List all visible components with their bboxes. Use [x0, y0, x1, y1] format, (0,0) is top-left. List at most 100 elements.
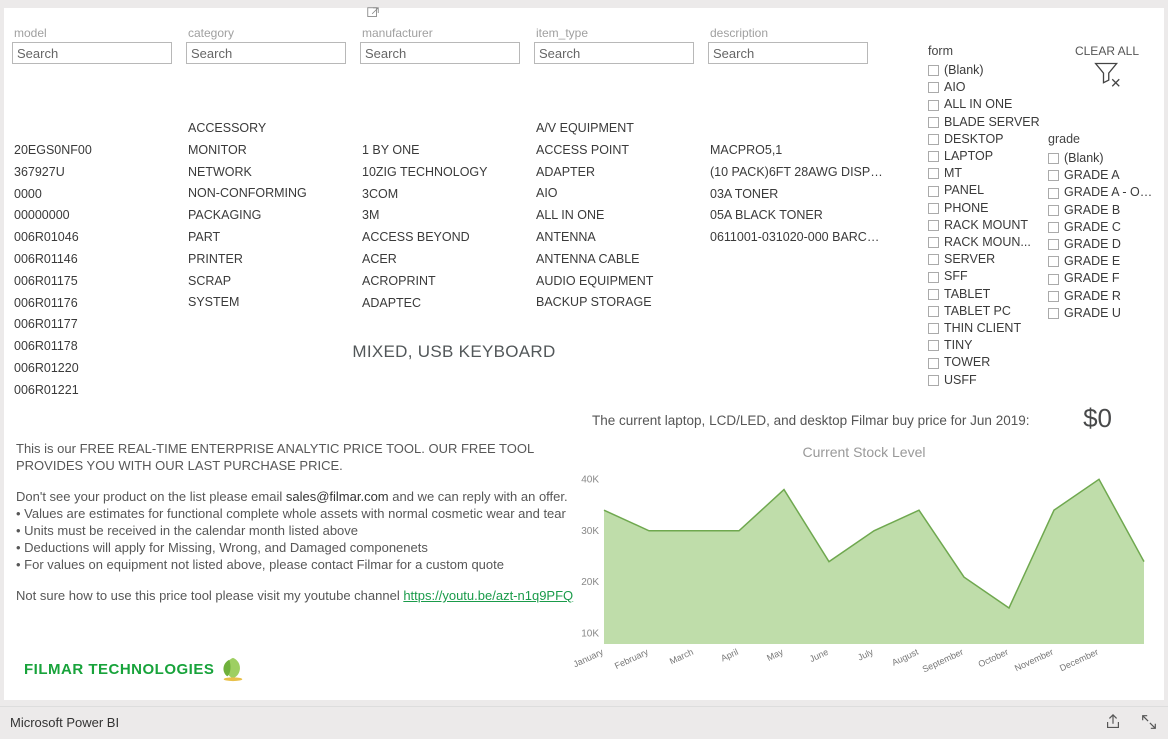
checkbox-item[interactable]: USFF	[928, 372, 1046, 389]
checkbox-item[interactable]: GRADE D	[1048, 236, 1158, 253]
filter-item[interactable]: AUDIO EQUIPMENT	[536, 271, 698, 293]
filter-item[interactable]: 05A BLACK TONER	[710, 205, 888, 227]
filter-item[interactable]: ACER	[362, 249, 524, 271]
filter-label: model	[14, 26, 176, 40]
filter-item[interactable]: PACKAGING	[188, 205, 350, 227]
checkbox-item[interactable]: (Blank)	[928, 62, 1046, 79]
popout-icon[interactable]	[366, 6, 380, 20]
checkbox-item[interactable]: GRADE A - OPE...	[1048, 184, 1158, 201]
svg-text:July: July	[856, 647, 875, 663]
checkbox-item[interactable]: GRADE U	[1048, 305, 1158, 322]
filter-item[interactable]: NON-CONFORMING	[188, 183, 350, 205]
share-icon[interactable]	[1104, 713, 1122, 731]
checkbox-item[interactable]: MT	[928, 165, 1046, 182]
checkbox-item[interactable]: TOWER	[928, 354, 1046, 371]
search-input-category[interactable]	[186, 42, 346, 64]
checkbox-item[interactable]: SFF	[928, 268, 1046, 285]
filter-item[interactable]: 0000	[14, 184, 176, 206]
filter-item[interactable]: ALL IN ONE	[536, 205, 698, 227]
filter-item[interactable]: 3M	[362, 205, 524, 227]
filter-item[interactable]: 00000000	[14, 205, 176, 227]
filter-item[interactable]: MACPRO5,1	[710, 140, 888, 162]
checkbox-item[interactable]: PHONE	[928, 200, 1046, 217]
filter-item[interactable]: A/V EQUIPMENT	[536, 118, 698, 140]
checkbox-label: AIO	[944, 79, 966, 96]
checkbox-item[interactable]: TABLET PC	[928, 303, 1046, 320]
filter-label: category	[188, 26, 350, 40]
filter-item[interactable]: SCRAP	[188, 271, 350, 293]
filter-list-item_type: A/V EQUIPMENTACCESS POINTADAPTERAIOALL I…	[536, 118, 698, 314]
search-input-item_type[interactable]	[534, 42, 694, 64]
checkbox-item[interactable]: SERVER	[928, 251, 1046, 268]
search-input-model[interactable]	[12, 42, 172, 64]
checkbox-label: TABLET PC	[944, 303, 1011, 320]
checkbox-box	[928, 358, 939, 369]
filter-item[interactable]: 006R01046	[14, 227, 176, 249]
checkbox-item[interactable]: GRADE F	[1048, 270, 1158, 287]
chart-svg: 10K20K30K40KJanuaryFebruaryMarchAprilMay…	[574, 464, 1154, 674]
filter-item[interactable]: ADAPTER	[536, 162, 698, 184]
checkbox-item[interactable]: (Blank)	[1048, 150, 1158, 167]
stock-level-chart[interactable]: Current Stock Level 10K20K30K40KJanuaryF…	[574, 444, 1154, 684]
checkbox-item[interactable]: GRADE A	[1048, 167, 1158, 184]
checkbox-item[interactable]: DESKTOP	[928, 131, 1046, 148]
svg-text:10K: 10K	[581, 629, 599, 640]
filter-item[interactable]: AIO	[536, 183, 698, 205]
checkbox-item[interactable]: RACK MOUNT	[928, 217, 1046, 234]
filter-item[interactable]: SYSTEM	[188, 292, 350, 314]
checkbox-item[interactable]: GRADE C	[1048, 219, 1158, 236]
checkbox-item[interactable]: THIN CLIENT	[928, 320, 1046, 337]
search-input-description[interactable]	[708, 42, 868, 64]
filter-item[interactable]: 1 BY ONE	[362, 140, 524, 162]
filter-item[interactable]: ANTENNA CABLE	[536, 249, 698, 271]
filter-item[interactable]: 10ZIG TECHNOLOGY	[362, 162, 524, 184]
checkbox-item[interactable]: GRADE B	[1048, 202, 1158, 219]
checkbox-item[interactable]: LAPTOP	[928, 148, 1046, 165]
filter-item[interactable]: MONITOR	[188, 140, 350, 162]
report-canvas: model 20EGS0NF00367927U000000000000006R0…	[4, 8, 1164, 700]
checkbox-box	[928, 254, 939, 265]
filter-item[interactable]: 006R01176	[14, 293, 176, 315]
sales-email[interactable]: sales@filmar.com	[286, 489, 389, 504]
selected-item-headline: MIXED, USB KEYBOARD	[4, 342, 904, 362]
filter-item[interactable]: 20EGS0NF00	[14, 140, 176, 162]
checkbox-item[interactable]: TINY	[928, 337, 1046, 354]
filter-item[interactable]: 006R01146	[14, 249, 176, 271]
filter-item[interactable]: ANTENNA	[536, 227, 698, 249]
filter-item[interactable]: 367927U	[14, 162, 176, 184]
checkbox-item[interactable]: BLADE SERVER	[928, 114, 1046, 131]
filter-item[interactable]: BACKUP STORAGE	[536, 292, 698, 314]
checkbox-item[interactable]: AIO	[928, 79, 1046, 96]
filter-item[interactable]: 03A TONER	[710, 184, 888, 206]
checkbox-item[interactable]: PANEL	[928, 182, 1046, 199]
filter-item[interactable]: PART	[188, 227, 350, 249]
checkbox-label: PHONE	[944, 200, 988, 217]
filter-item[interactable]: ADAPTEC	[362, 293, 524, 315]
checkbox-item[interactable]: ALL IN ONE	[928, 96, 1046, 113]
filter-item[interactable]: NETWORK	[188, 162, 350, 184]
checkbox-item[interactable]: GRADE R	[1048, 288, 1158, 305]
checkbox-item[interactable]: RACK MOUN...	[928, 234, 1046, 251]
checkbox-label: THIN CLIENT	[944, 320, 1021, 337]
filter-item[interactable]: PRINTER	[188, 249, 350, 271]
filter-item[interactable]: 3COM	[362, 184, 524, 206]
filter-item[interactable]: 006R01175	[14, 271, 176, 293]
filter-item[interactable]: 0611001-031020-000 BARCODE SCAN...	[710, 227, 888, 249]
filter-item[interactable]: 006R01221	[14, 380, 176, 402]
checkbox-label: PANEL	[944, 182, 984, 199]
checkbox-box	[1048, 239, 1059, 250]
filter-item[interactable]: ACCESS POINT	[536, 140, 698, 162]
checkbox-item[interactable]: TABLET	[928, 286, 1046, 303]
clear-all-button[interactable]: CLEAR ALL	[1074, 44, 1140, 93]
fullscreen-icon[interactable]	[1140, 713, 1158, 731]
filter-item[interactable]: ACROPRINT	[362, 271, 524, 293]
filter-item[interactable]: 006R01177	[14, 314, 176, 336]
checkbox-label: TABLET	[944, 286, 990, 303]
filter-label: form	[928, 44, 1046, 58]
youtube-link[interactable]: https://youtu.be/azt-n1q9PFQ	[403, 588, 573, 603]
filter-item[interactable]: ACCESSORY	[188, 118, 350, 140]
search-input-manufacturer[interactable]	[360, 42, 520, 64]
filter-item[interactable]: ACCESS BEYOND	[362, 227, 524, 249]
filter-item[interactable]: (10 PACK)6FT 28AWG DISPLAYPORT C...	[710, 162, 888, 184]
checkbox-item[interactable]: GRADE E	[1048, 253, 1158, 270]
